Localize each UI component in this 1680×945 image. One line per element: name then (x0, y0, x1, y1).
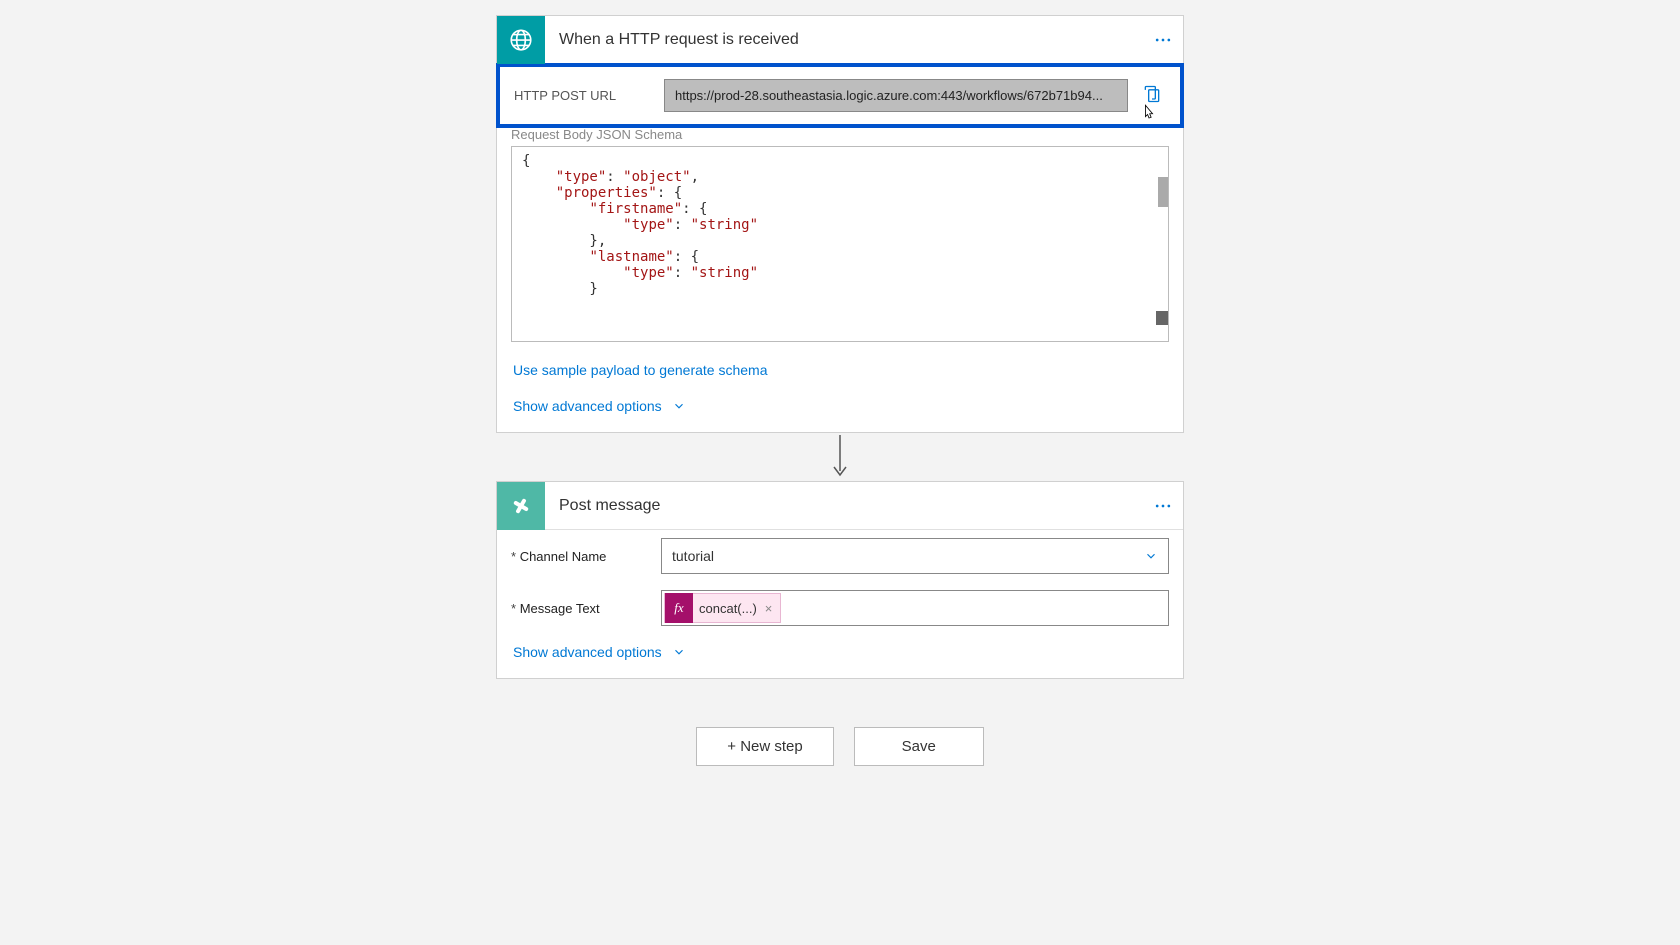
chevron-down-icon (672, 645, 686, 659)
chevron-down-icon (1144, 549, 1158, 563)
resize-handle-icon[interactable] (1156, 311, 1169, 325)
schema-textarea[interactable]: { "type": "object", "properties": { "fir… (511, 146, 1169, 342)
fx-icon: fx (665, 593, 693, 623)
footer-buttons: + New step Save (696, 727, 983, 766)
channel-name-label: * Channel Name (511, 549, 651, 564)
http-trigger-card: When a HTTP request is received HTTP POS… (496, 15, 1184, 433)
http-url-label: HTTP POST URL (514, 88, 654, 103)
flow-arrow (496, 433, 1184, 481)
trigger-header[interactable]: When a HTTP request is received (497, 16, 1183, 64)
action-show-advanced[interactable]: Show advanced options (497, 634, 1183, 678)
post-message-card: Post message * Channel Name tutorial * M… (496, 481, 1184, 679)
channel-name-dropdown[interactable]: tutorial (661, 538, 1169, 574)
action-title: Post message (545, 497, 1143, 515)
http-url-section: HTTP POST URL https://prod-28.southeasta… (496, 63, 1184, 128)
new-step-button[interactable]: + New step (696, 727, 833, 766)
schema-scrollbar[interactable] (1158, 177, 1168, 207)
trigger-title: When a HTTP request is received (545, 31, 1143, 49)
use-sample-payload-link[interactable]: Use sample payload to generate schema (497, 352, 1183, 388)
chevron-down-icon (672, 399, 686, 413)
message-text-label: * Message Text (511, 601, 651, 616)
expression-token[interactable]: fx concat(...) × (664, 593, 781, 623)
message-text-row: * Message Text fx concat(...) × (497, 582, 1183, 634)
action-more-menu[interactable] (1143, 486, 1183, 526)
message-text-input[interactable]: fx concat(...) × (661, 590, 1169, 626)
cursor-icon (1138, 102, 1158, 124)
slack-icon (497, 482, 545, 530)
channel-name-row: * Channel Name tutorial (497, 530, 1183, 582)
schema-label: Request Body JSON Schema (497, 127, 1183, 146)
http-url-field[interactable]: https://prod-28.southeastasia.logic.azur… (664, 79, 1128, 112)
http-globe-icon (497, 16, 545, 64)
copy-url-button[interactable] (1138, 79, 1166, 112)
trigger-more-menu[interactable] (1143, 20, 1183, 60)
action-header[interactable]: Post message (497, 482, 1183, 530)
trigger-show-advanced[interactable]: Show advanced options (497, 388, 1183, 432)
remove-token-button[interactable]: × (757, 601, 781, 616)
save-button[interactable]: Save (854, 727, 984, 766)
